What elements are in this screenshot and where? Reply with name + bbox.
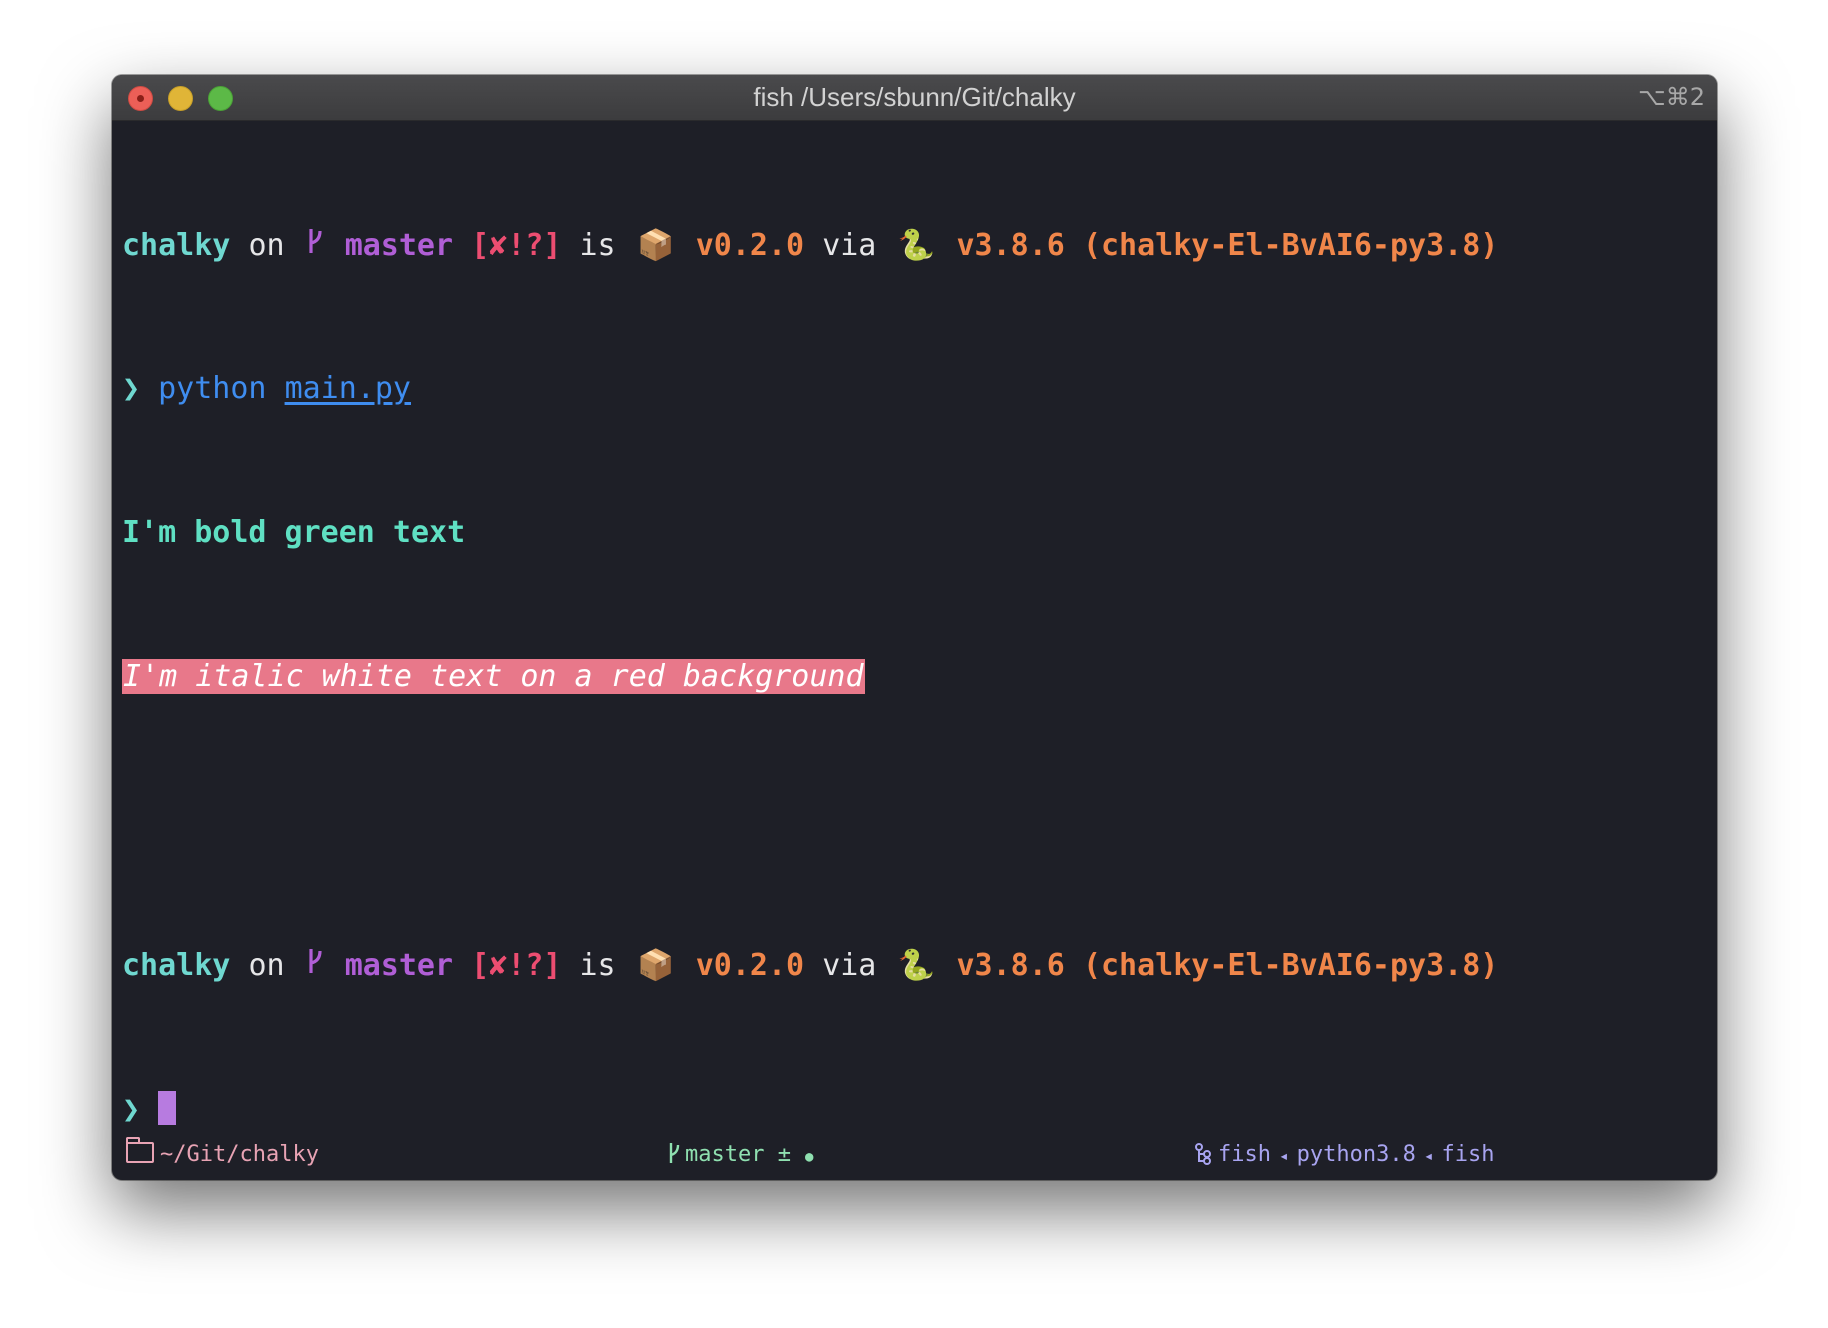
status-dot-icon: ●: [804, 1149, 814, 1165]
git-branch-icon: [303, 227, 327, 264]
python-icon: 🐍: [897, 948, 936, 983]
terminal-window: fish /Users/sbunn/Git/chalky ⌥⌘2 chalky …: [112, 75, 1717, 1180]
status-sep-icon: ◂: [1423, 1146, 1434, 1165]
prompt-venv: (chalky-El-BvAI6-py3.8): [1082, 228, 1499, 263]
prompt-branch: master: [344, 948, 454, 983]
git-branch-icon: [669, 1143, 680, 1163]
package-icon: 📦: [637, 948, 675, 983]
status-sep-icon: ◂: [1278, 1146, 1289, 1165]
prompt-git-status: [✘!?]: [471, 948, 562, 983]
prompt-is: is: [579, 228, 616, 263]
window-shortcut: ⌥⌘2: [1638, 83, 1705, 111]
status-bar: ~/Git/chalky master ± ● fish ◂ python3.8 ◂ fi…: [112, 1132, 1717, 1180]
prompt-via: via: [822, 228, 877, 263]
python-icon: 🐍: [897, 228, 936, 263]
prompt-python-version: v3.8.6: [956, 228, 1065, 263]
text-cursor[interactable]: [158, 1091, 177, 1125]
output-line-1: I'm bold green text: [122, 515, 466, 550]
package-icon: 📦: [637, 228, 675, 263]
command-arg[interactable]: main.py: [285, 371, 411, 406]
status-path[interactable]: ~/Git/chalky: [126, 1137, 319, 1167]
prompt-via: via: [822, 948, 877, 983]
status-proc-1: fish: [1218, 1142, 1271, 1167]
prompt-venv: (chalky-El-BvAI6-py3.8): [1082, 948, 1499, 983]
status-processes[interactable]: fish ◂ python3.8 ◂ fish: [1194, 1142, 1494, 1167]
prompt-arrow-icon: ❯: [122, 1092, 141, 1127]
prompt-arrow-icon: ❯: [122, 371, 141, 406]
folder-icon: [126, 1137, 154, 1163]
git-branch-icon: [303, 947, 327, 984]
status-branch: master: [685, 1142, 765, 1167]
title-bar[interactable]: fish /Users/sbunn/Git/chalky ⌥⌘2: [112, 75, 1717, 121]
prompt-dir: chalky: [122, 228, 231, 263]
prompt-version: v0.2.0: [695, 948, 805, 983]
prompt-branch: master: [344, 228, 454, 263]
process-tree-icon: [1195, 1143, 1211, 1165]
prompt-dir: chalky: [122, 948, 231, 983]
status-git[interactable]: master ± ●: [667, 1142, 813, 1167]
status-proc-2: python3.8: [1296, 1142, 1416, 1167]
status-path-label: ~/Git/chalky: [160, 1142, 319, 1167]
status-dirty: ±: [777, 1142, 791, 1167]
prompt-on: on: [248, 228, 285, 263]
status-proc-3: fish: [1441, 1142, 1495, 1167]
command-name: python: [158, 371, 267, 406]
input-line[interactable]: ❯: [122, 1091, 1707, 1127]
output-line-2-row: I'm italic white text on a red backgroun…: [122, 659, 1707, 695]
output-line-2: I'm italic white text on a red backgroun…: [122, 659, 865, 694]
prompt-version: v0.2.0: [695, 228, 805, 263]
prompt-line-2: chalky on master [✘!?] is 📦 v0.2.0 via 🐍…: [122, 947, 1707, 983]
terminal-output[interactable]: chalky on master [✘!?] is 📦 v0.2.0 via 🐍…: [122, 155, 1707, 1180]
prompt-python-version: v3.8.6: [956, 948, 1065, 983]
prompt-line: chalky on master [✘!?] is 📦 v0.2.0 via 🐍…: [122, 227, 1707, 263]
command-line: ❯ python main.py: [122, 371, 1707, 407]
prompt-is: is: [579, 948, 616, 983]
prompt-git-status: [✘!?]: [471, 228, 562, 263]
prompt-on: on: [248, 948, 285, 983]
window-title: fish /Users/sbunn/Git/chalky: [753, 82, 1076, 112]
